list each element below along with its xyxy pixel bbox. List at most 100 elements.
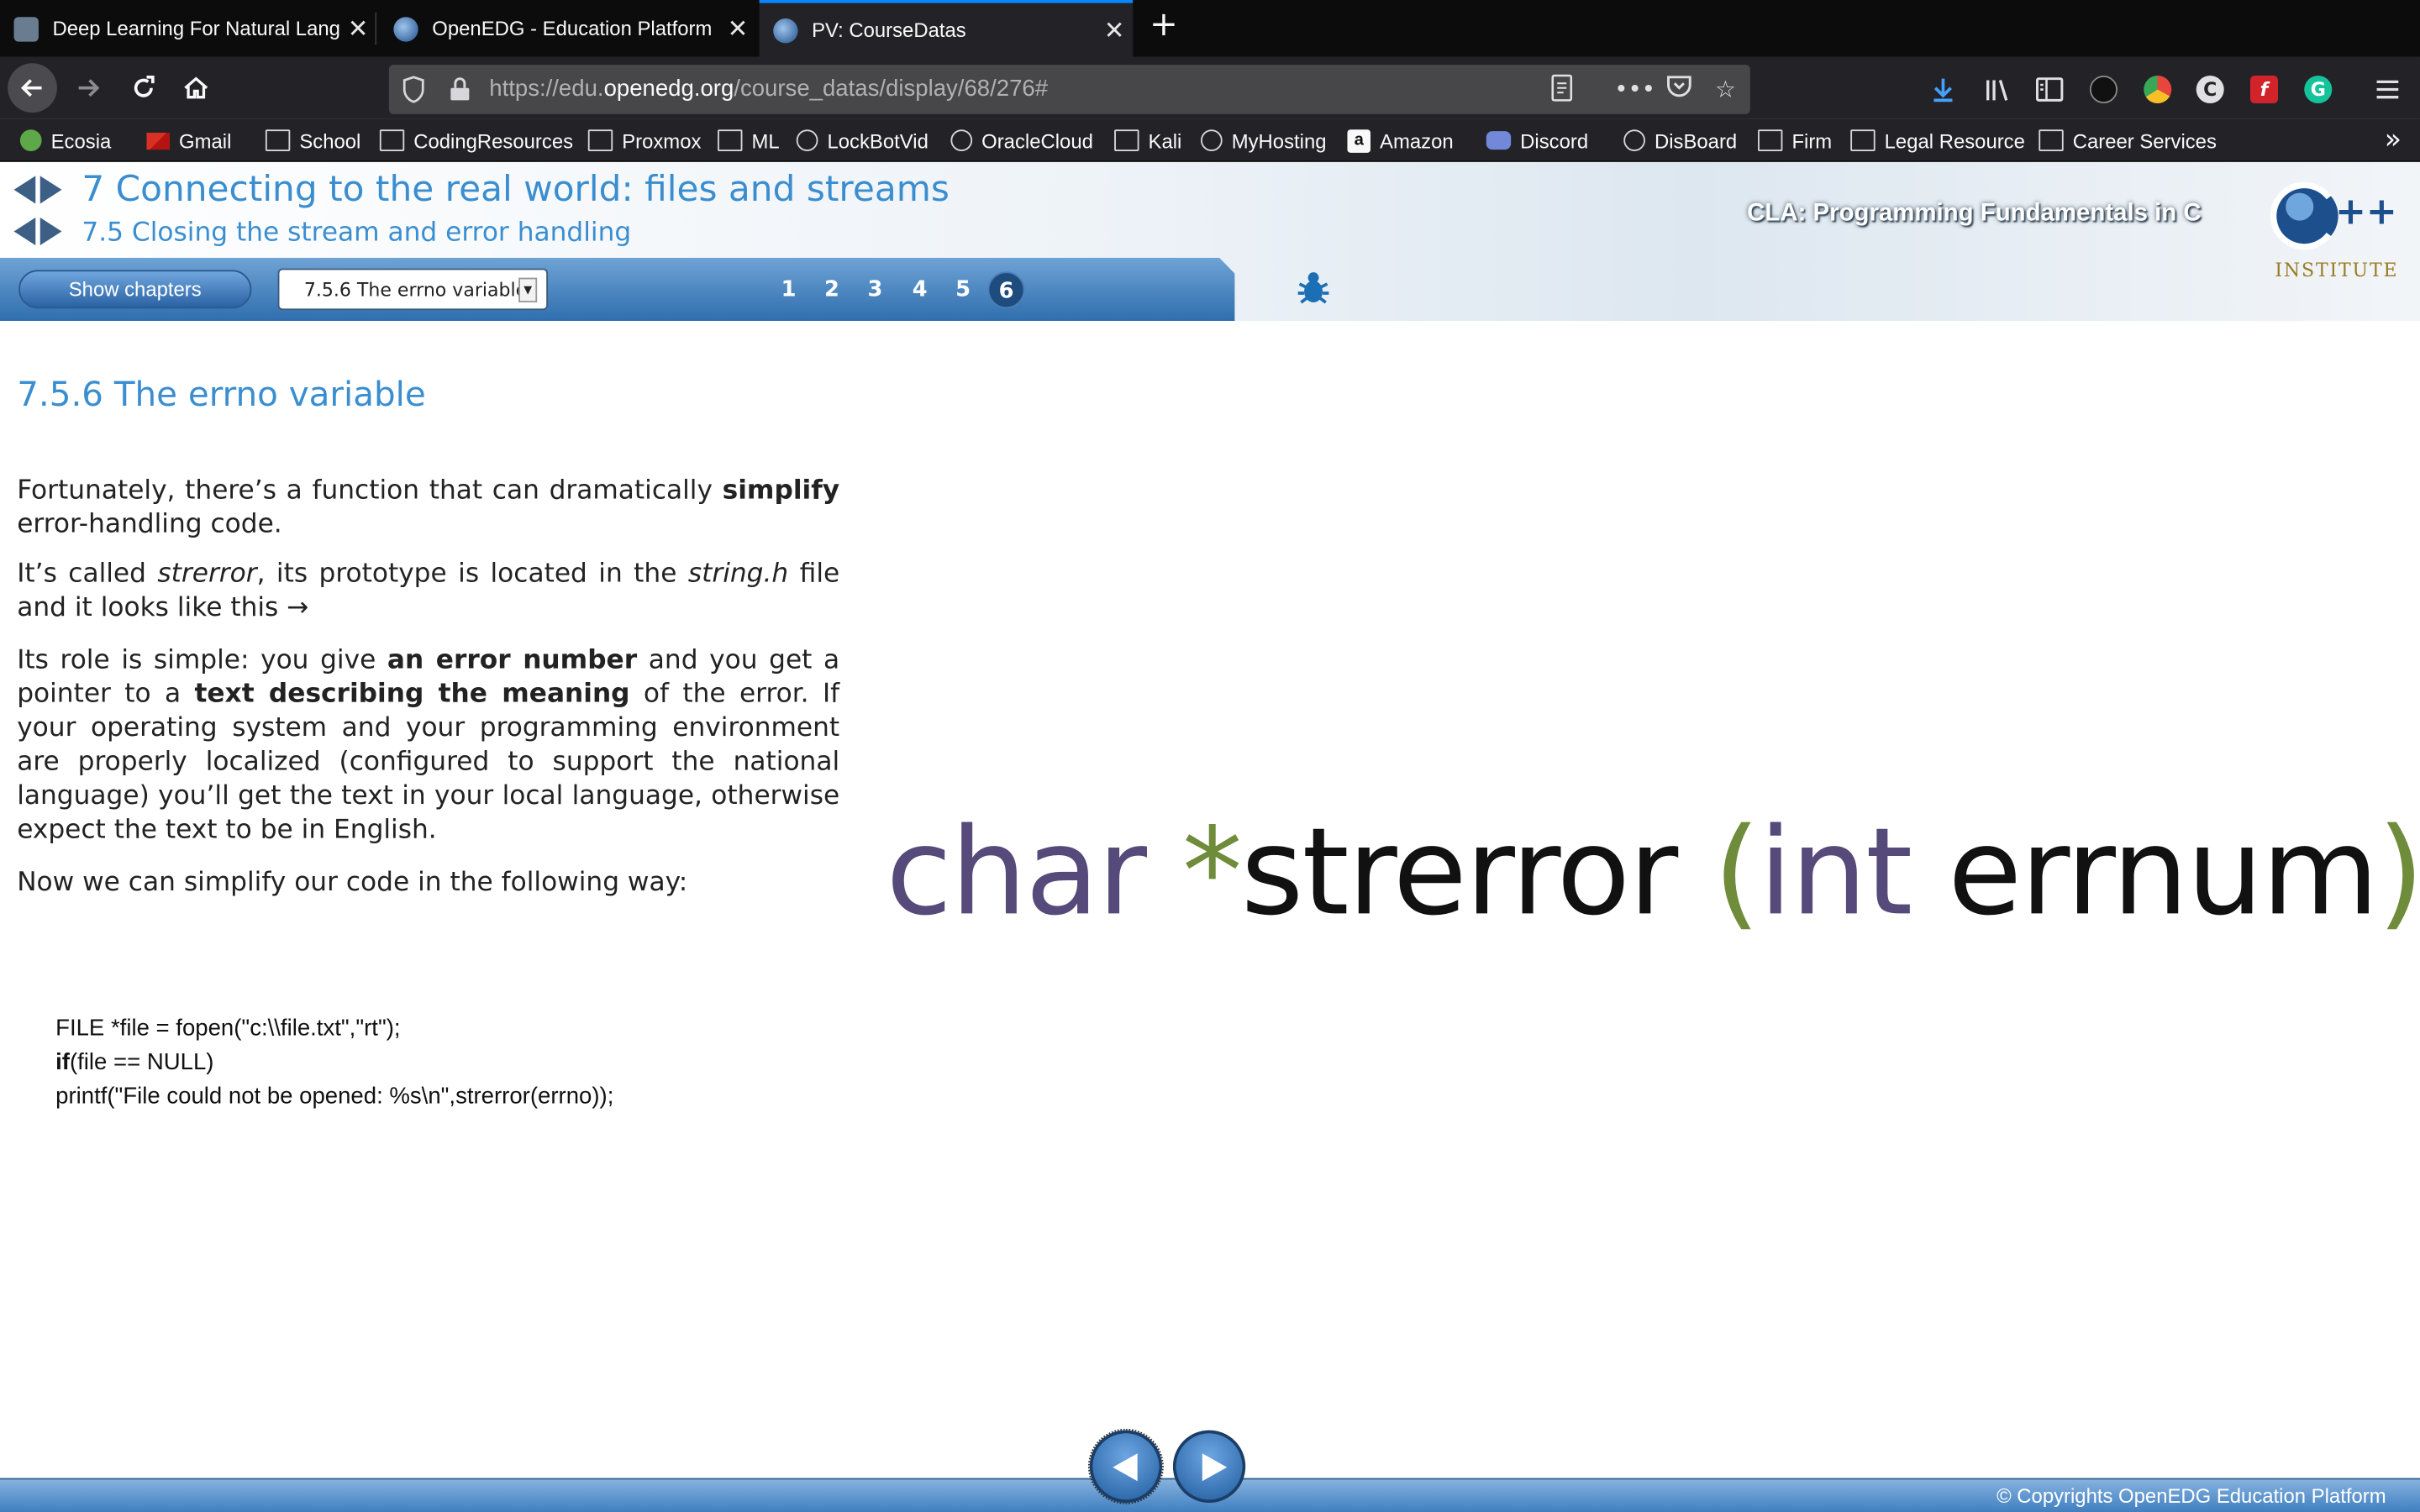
chevron-double-right-icon[interactable]: » xyxy=(2385,123,2402,156)
bold-text: an error number xyxy=(387,644,638,676)
code-text: (file == NULL) xyxy=(69,1048,214,1076)
reader-icon[interactable] xyxy=(1546,74,1577,105)
pocket-icon[interactable] xyxy=(1664,74,1695,105)
bookmark-amazon[interactable]: a Amazon xyxy=(1347,127,1454,155)
page-5-button[interactable]: 5 xyxy=(944,271,981,308)
section-title: 7.5 Closing the stream and error handlin… xyxy=(82,217,632,249)
folder-icon xyxy=(2039,129,2064,151)
folder-icon xyxy=(718,129,743,151)
bookmark-label: LockBotVid xyxy=(827,129,929,152)
tab-title: Deep Learning For Natural Lang xyxy=(52,17,340,40)
prev-chapter-icon[interactable] xyxy=(13,176,36,204)
download-icon[interactable] xyxy=(1926,72,1960,106)
page-2-button[interactable]: 2 xyxy=(813,271,850,308)
extension-dark-icon[interactable] xyxy=(2086,72,2120,106)
text: Its role is simple: you give xyxy=(17,644,387,676)
close-tab-icon[interactable]: ✕ xyxy=(1096,14,1133,45)
code-keyword: if xyxy=(55,1048,70,1076)
bookmark-ml[interactable]: ML xyxy=(718,127,780,155)
page-3-button[interactable]: 3 xyxy=(856,271,893,308)
next-page-button[interactable] xyxy=(1172,1430,1246,1503)
globe-favicon-icon xyxy=(393,16,418,41)
shield-icon[interactable] xyxy=(402,76,426,103)
function-name: strerror xyxy=(1240,803,1679,943)
page-4-button[interactable]: 4 xyxy=(902,271,939,308)
next-chapter-icon[interactable] xyxy=(39,176,62,204)
book-favicon-icon xyxy=(13,16,39,41)
bookmark-discord[interactable]: Discord xyxy=(1486,127,1588,155)
bookmark-label: CodingResources xyxy=(413,129,574,152)
bookmark-lockbotvid[interactable]: LockBotVid xyxy=(796,127,929,155)
tab-deep-learning[interactable]: Deep Learning For Natural Lang ✕ xyxy=(0,0,377,57)
library-icon[interactable] xyxy=(1981,72,2014,106)
type-keyword: char xyxy=(886,803,1147,943)
tab-title: PV: CourseDatas xyxy=(812,18,966,42)
bookmark-label: Discord xyxy=(1520,129,1589,152)
reload-icon[interactable] xyxy=(118,63,168,113)
discord-icon xyxy=(1486,131,1512,150)
more-icon[interactable]: ••• xyxy=(1614,74,1655,105)
forward-icon[interactable] xyxy=(63,63,113,113)
code-line: if(file == NULL) xyxy=(55,1046,613,1079)
back-icon[interactable] xyxy=(8,63,57,113)
bookmark-gmail[interactable]: Gmail xyxy=(146,127,231,155)
previous-page-button[interactable] xyxy=(1087,1428,1164,1504)
grammarly-icon[interactable]: G xyxy=(2302,72,2335,106)
bookmark-disboard[interactable]: DisBoard xyxy=(1623,127,1737,155)
tab-coursedatas[interactable]: PV: CourseDatas ✕ xyxy=(759,0,1134,57)
bookmark-school[interactable]: School xyxy=(265,127,360,155)
flash-icon[interactable]: f xyxy=(2247,72,2281,106)
star-icon[interactable]: ☆ xyxy=(1710,74,1741,105)
bookmark-label: OracleCloud xyxy=(981,129,1093,152)
next-section-icon[interactable] xyxy=(39,217,62,246)
bookmark-proxmox[interactable]: Proxmox xyxy=(587,127,701,155)
bookmark-oraclecloud[interactable]: OracleCloud xyxy=(950,127,1093,155)
show-chapters-button[interactable]: Show chapters xyxy=(18,270,252,309)
menu-icon[interactable] xyxy=(2370,72,2404,106)
url-text[interactable]: https://edu.openedg.org/course_datas/dis… xyxy=(489,76,1048,102)
bookmark-ecosia[interactable]: Ecosia xyxy=(19,127,111,155)
bookmark-career-services[interactable]: Career Services xyxy=(2039,127,2217,155)
bookmark-firm[interactable]: Firm xyxy=(1758,127,1832,155)
new-tab-icon[interactable]: + xyxy=(1145,8,1182,46)
lock-icon[interactable] xyxy=(449,77,471,102)
chevron-down-icon[interactable]: ▼ xyxy=(518,277,538,302)
bug-report-icon[interactable] xyxy=(1293,269,1334,309)
bookmark-label: ML xyxy=(751,129,780,152)
bookmark-myhosting[interactable]: MyHosting xyxy=(1200,127,1327,155)
text: error-handling code. xyxy=(17,509,282,540)
page-6-button[interactable]: 6 xyxy=(987,271,1025,309)
close-tab-icon[interactable]: ✕ xyxy=(339,13,376,45)
bookmark-label: Kali xyxy=(1148,129,1182,152)
extension-chrome-icon[interactable] xyxy=(2141,72,2175,106)
url-prefix: https://edu. xyxy=(489,75,604,102)
bookmark-kali[interactable]: Kali xyxy=(1114,127,1181,155)
url-domain: openedg.org xyxy=(603,75,734,102)
home-icon[interactable] xyxy=(171,63,221,113)
extension-c-icon[interactable]: C xyxy=(2193,72,2227,106)
close-tab-icon[interactable]: ✕ xyxy=(719,13,756,45)
bookmark-label: Career Services xyxy=(2072,129,2217,152)
bookmark-codingresources[interactable]: CodingResources xyxy=(379,127,574,155)
bookmark-legal-resource[interactable]: Legal Resource xyxy=(1850,127,2025,155)
bookmark-label: Gmail xyxy=(179,129,232,152)
bold-text: text describing the meaning xyxy=(194,679,630,710)
address-bar[interactable]: https://edu.openedg.org/course_datas/dis… xyxy=(388,65,1750,114)
ecosia-icon xyxy=(19,129,42,151)
arrow-left-icon xyxy=(1113,1453,1138,1482)
paragraph-1: Fortunately, there’s a function that can… xyxy=(17,474,839,542)
sidebar-icon[interactable] xyxy=(2033,72,2066,106)
topic-select[interactable]: 7.5.6 The errno variable ▼ xyxy=(277,268,549,311)
amazon-icon: a xyxy=(1347,129,1371,152)
globe-icon xyxy=(1200,129,1223,151)
tab-separator xyxy=(375,12,377,45)
prev-section-icon[interactable] xyxy=(13,217,36,246)
param-name: errnum xyxy=(1948,803,2379,943)
folder-icon xyxy=(379,129,405,151)
logo-text: INSTITUTE xyxy=(2275,259,2399,281)
url-path: /course_datas/display/68/276# xyxy=(734,75,1049,102)
copyright-text: © Copyrights OpenEDG Education Platform xyxy=(1996,1483,2386,1508)
page-1-button[interactable]: 1 xyxy=(771,271,808,308)
tab-openedg[interactable]: OpenEDG - Education Platform ✕ xyxy=(380,0,756,57)
paragraph-4: Now we can simplify our code in the foll… xyxy=(17,867,688,898)
